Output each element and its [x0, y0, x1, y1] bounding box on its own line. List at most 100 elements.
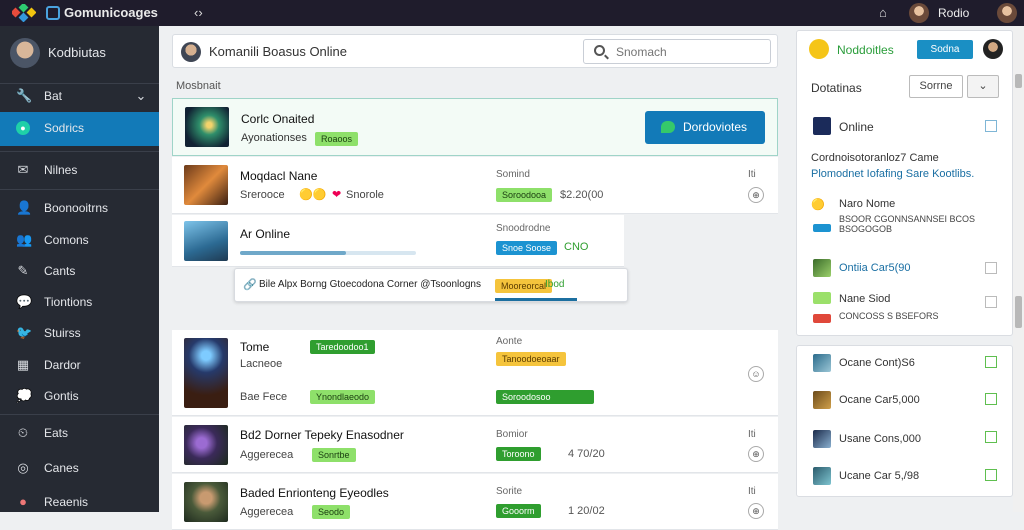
sidebar-item-boonooitrns[interactable]: 👤 Boonooitrns: [0, 192, 159, 226]
search-icon: [594, 45, 605, 56]
scrollbar-thumb[interactable]: [1015, 74, 1022, 88]
status-badge: Ynondlaeodo: [310, 390, 376, 404]
featured-row[interactable]: Corlc Onaited Ayonationses Roaoos Dordov…: [172, 98, 778, 156]
chevron-down-icon[interactable]: ⌄: [967, 75, 999, 98]
sidebar-item-stuirss[interactable]: 🐦 Stuirss: [0, 317, 159, 351]
primary-action-button[interactable]: Dordoviotes: [645, 111, 765, 144]
sidebar-item-eats[interactable]: ⏲ Eats: [0, 417, 159, 451]
home-icon[interactable]: ⌂: [879, 5, 887, 20]
status-badge: Toroono: [496, 447, 541, 461]
list-item[interactable]: Tome Lacneoe Taredoodoo1 Aonte Tanoodoeo…: [172, 330, 778, 416]
chat-icon: 💬: [16, 294, 33, 309]
main-content: Komanili Boasus Online Mosbnait Corlc On…: [172, 26, 780, 530]
price-value: $2.20(00: [560, 189, 604, 201]
comment-icon: 💭: [16, 388, 33, 403]
row-title: Tome: [240, 340, 270, 354]
clock-icon: ⏲: [17, 425, 29, 440]
sidebar-item-label: Canes: [44, 461, 79, 475]
status-badge: Roaoos: [315, 132, 359, 146]
game-thumbnail: [184, 425, 228, 465]
sidebar-item-label: Comons: [44, 233, 89, 247]
sidebar-item-reaenis[interactable]: ● Reaenis: [0, 486, 159, 520]
sidebar-item-tiontions[interactable]: 💬 Tiontions: [0, 286, 159, 320]
edit-icon: ✎: [17, 263, 29, 278]
row-subtitle: Lacneoe: [240, 358, 283, 370]
list-item-label: Ontiia Car5(90: [839, 262, 911, 274]
profile-avatar[interactable]: [997, 3, 1017, 23]
nav-toggle-icon[interactable]: ‹›: [194, 5, 203, 20]
meta-label: Aonte: [496, 336, 523, 347]
checkbox[interactable]: [985, 296, 997, 308]
checkbox[interactable]: [985, 120, 997, 132]
sidebar-item-label: Gontis: [44, 389, 79, 403]
sidebar-item-gontis[interactable]: 💭 Gontis: [0, 380, 159, 414]
section-label: Mosbnait: [176, 80, 221, 92]
list-item[interactable]: Moqdacl Nane Srerooce 🟡🟡 ❤ Snorole Somin…: [172, 157, 778, 214]
mail-icon: ✉: [17, 162, 29, 177]
more-button[interactable]: ⊕: [748, 446, 764, 462]
panel-action-button[interactable]: Sodna: [917, 40, 973, 59]
filter-label: Dotatinas: [811, 81, 862, 95]
sidebar-item-dardor[interactable]: ▦ Dardor: [0, 349, 159, 383]
list-item[interactable]: Ar Online Snoodrodne Snoe Soose CNO: [172, 215, 624, 267]
sidebar-item-cants[interactable]: ✎ Cants: [0, 255, 159, 289]
status-badge: Tanoodoeoaar: [496, 352, 566, 366]
checkbox[interactable]: [985, 393, 997, 405]
list-item[interactable]: Baded Enrionteng Eyeodles Aggerecea Seod…: [172, 474, 778, 530]
row-subtitle: Srerooce: [240, 189, 285, 201]
app-title: Gomunicoages: [64, 5, 158, 20]
sidebar-item-sodrics[interactable]: ● Sodrics: [0, 112, 159, 146]
more-button[interactable]: ☺: [748, 366, 764, 382]
chevron-down-icon[interactable]: ⌄: [134, 89, 148, 103]
checkbox[interactable]: [985, 356, 997, 368]
sidebar-profile[interactable]: Kodbiutas: [10, 38, 160, 68]
avatar[interactable]: [983, 39, 1003, 59]
row-title: Bd2 Dorner Tepeky Enasodner: [240, 428, 404, 442]
coin-icon: [809, 39, 829, 59]
scrollbar-thumb[interactable]: [1015, 296, 1022, 328]
status-badge: Gooorm: [496, 504, 541, 518]
sidebar-item-label: Reaenis: [44, 495, 89, 509]
side-label: Iti: [748, 169, 756, 180]
meta-label: Sorite: [496, 486, 523, 497]
status-badge: Sonrtbe: [312, 448, 356, 462]
checkbox[interactable]: [985, 262, 997, 274]
grid-icon: ▦: [16, 357, 30, 372]
more-button[interactable]: ⊕: [748, 187, 764, 203]
right-panel: Noddoitles Sodna Dotatinas Sorrne ⌄ Onli…: [796, 30, 1013, 336]
checkbox[interactable]: [985, 431, 997, 443]
row-subtitle: Ayonationses: [241, 132, 307, 144]
sidebar-item-canes[interactable]: ◎ Canes: [0, 452, 159, 486]
coin-icon: 🟡🟡: [299, 189, 327, 201]
list-item[interactable]: Bd2 Dorner Tepeky Enasodner Aggerecea So…: [172, 417, 778, 473]
sidebar-item-label: Boonooitrns: [44, 201, 109, 215]
meta-label: Snoodrodne: [496, 223, 551, 234]
sidebar-item-bat[interactable]: 🔧 Bat ⌄: [0, 80, 159, 114]
sidebar-item-label: Cants: [44, 264, 76, 278]
more-button[interactable]: ⊕: [748, 503, 764, 519]
user-name[interactable]: Rodio: [938, 6, 969, 20]
row-title: Ar Online: [240, 227, 291, 241]
game-thumbnail: [185, 107, 229, 147]
list-item-label: Usane Cons,000: [839, 433, 921, 445]
status-badge: Taredoodoo1: [310, 340, 375, 354]
search-box[interactable]: [583, 39, 771, 64]
game-thumbnail: [184, 338, 228, 408]
sidebar-item-label: Dardor: [44, 358, 81, 372]
wrench-icon: 🔧: [16, 88, 33, 103]
filter-select[interactable]: Sorrne: [909, 75, 963, 98]
side-label: Iti: [748, 486, 756, 497]
search-input[interactable]: [614, 44, 764, 60]
user-avatar[interactable]: [909, 3, 929, 23]
list-item-label: Cordnoisotoranloz7 Came: [811, 152, 939, 164]
checkbox[interactable]: [985, 469, 997, 481]
row-subtitle: Aggerecea: [240, 449, 294, 461]
sidebar-item-comons[interactable]: 👥 Comons: [0, 224, 159, 258]
scrollbar[interactable]: [1013, 26, 1024, 512]
list-item-sub: CONCOSS S BSEFORS: [839, 311, 939, 321]
sidebar-item-nilnes[interactable]: ✉ Nilnes: [0, 154, 159, 188]
users-icon: 👥: [16, 232, 33, 247]
tag-icon: [813, 292, 831, 304]
game-icon: [813, 354, 831, 372]
profile-name: Kodbiutas: [48, 45, 106, 60]
